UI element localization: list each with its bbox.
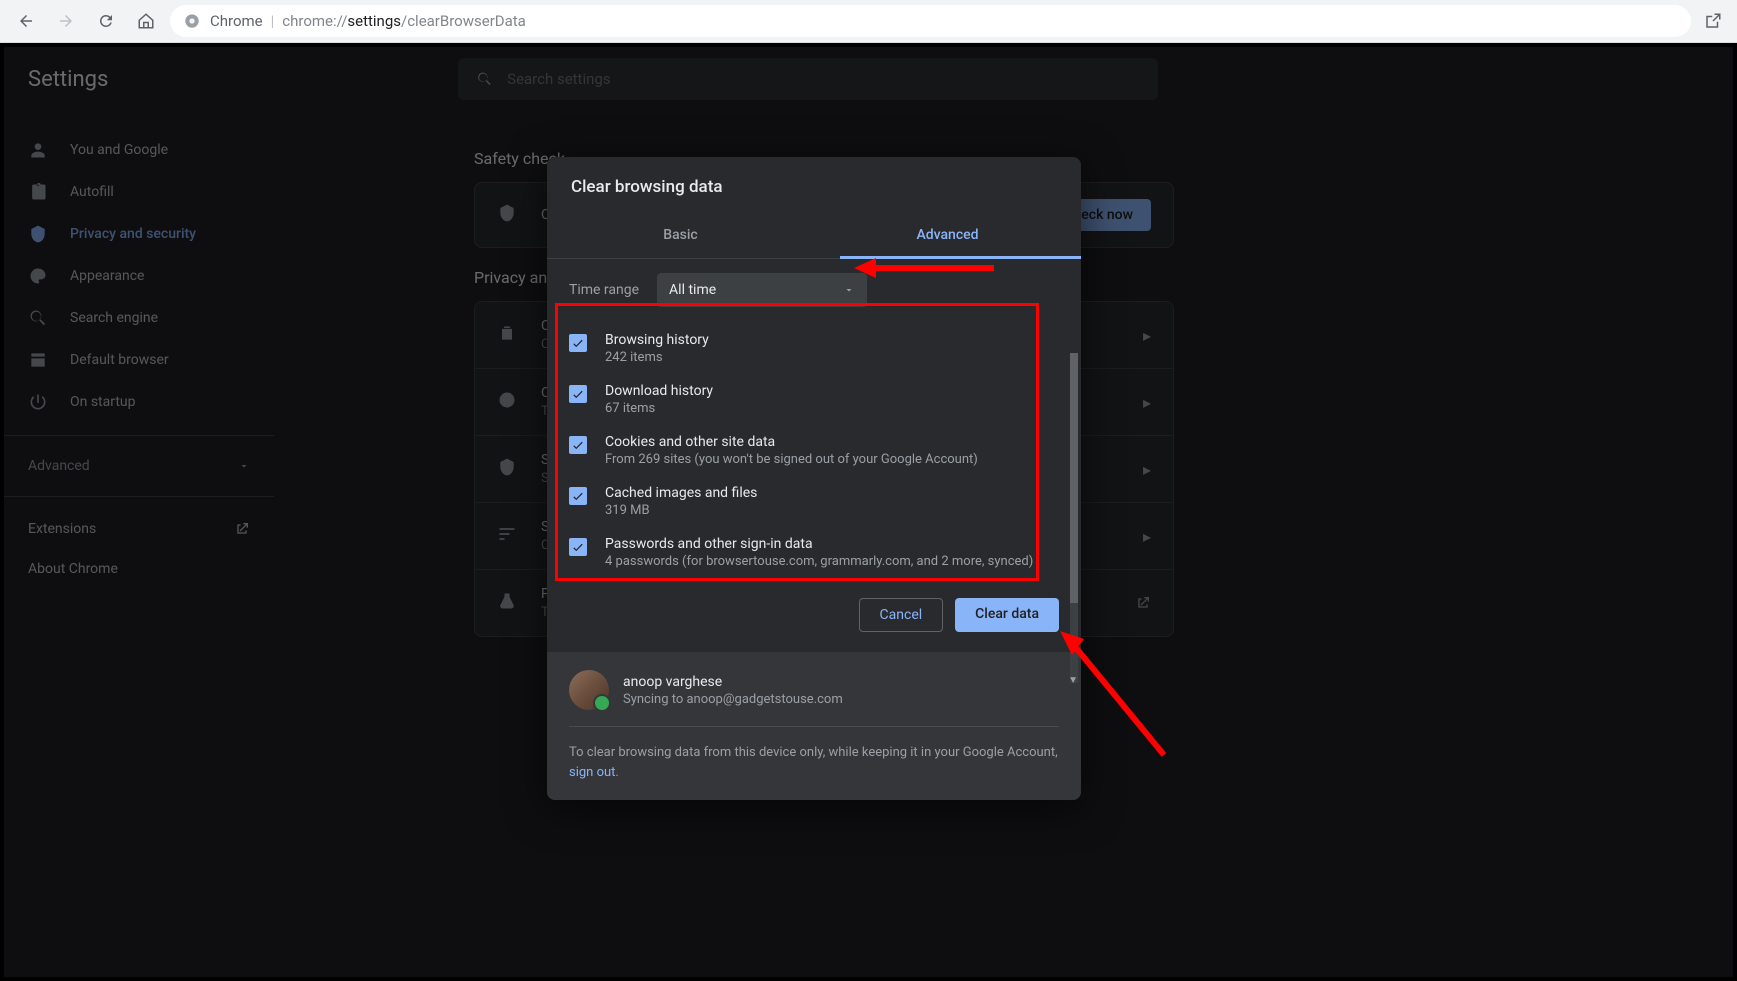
tab-advanced[interactable]: Advanced — [814, 211, 1081, 258]
profile-row: anoop varghese Syncing to anoop@gadgetst… — [569, 670, 1059, 727]
reload-button[interactable] — [90, 5, 122, 37]
option-cookies[interactable]: Cookies and other site dataFrom 269 site… — [569, 425, 1059, 476]
profile-name: anoop varghese — [623, 674, 843, 690]
chrome-icon — [184, 13, 200, 29]
time-range-select[interactable]: All time — [657, 273, 867, 307]
option-browsing-history[interactable]: Browsing history242 items — [569, 323, 1059, 374]
checkbox-checked-icon[interactable] — [569, 538, 587, 556]
checkbox-checked-icon[interactable] — [569, 436, 587, 454]
cancel-button[interactable]: Cancel — [859, 598, 944, 632]
checkbox-checked-icon[interactable] — [569, 334, 587, 352]
home-button[interactable] — [130, 5, 162, 37]
checkbox-checked-icon[interactable] — [569, 487, 587, 505]
dropdown-icon — [843, 284, 855, 296]
tab-basic[interactable]: Basic — [547, 211, 814, 258]
dialog-footer-text: To clear browsing data from this device … — [569, 743, 1059, 782]
option-download-history[interactable]: Download history67 items — [569, 374, 1059, 425]
forward-button[interactable] — [50, 5, 82, 37]
share-button[interactable] — [1699, 7, 1727, 35]
clear-data-button[interactable]: Clear data — [955, 598, 1059, 632]
address-bar[interactable]: Chrome|chrome://settings/clearBrowserDat… — [170, 5, 1691, 37]
time-range-label: Time range — [569, 282, 639, 298]
browser-toolbar: Chrome|chrome://settings/clearBrowserDat… — [0, 0, 1737, 43]
dialog-title: Clear browsing data — [547, 157, 1081, 211]
profile-sync-status: Syncing to anoop@gadgetstouse.com — [623, 692, 843, 707]
dialog-scrollbar[interactable] — [1070, 353, 1078, 683]
back-button[interactable] — [10, 5, 42, 37]
scroll-down-icon: ▼ — [1068, 675, 1078, 686]
avatar — [569, 670, 609, 710]
option-cached[interactable]: Cached images and files319 MB — [569, 476, 1059, 527]
site-label: Chrome|chrome://settings/clearBrowserDat… — [210, 12, 526, 30]
sign-out-link[interactable]: sign out — [569, 765, 615, 780]
clear-browsing-data-dialog: Clear browsing data Basic Advanced Time … — [547, 157, 1081, 800]
checkbox-checked-icon[interactable] — [569, 385, 587, 403]
option-passwords[interactable]: Passwords and other sign-in data4 passwo… — [569, 527, 1059, 578]
